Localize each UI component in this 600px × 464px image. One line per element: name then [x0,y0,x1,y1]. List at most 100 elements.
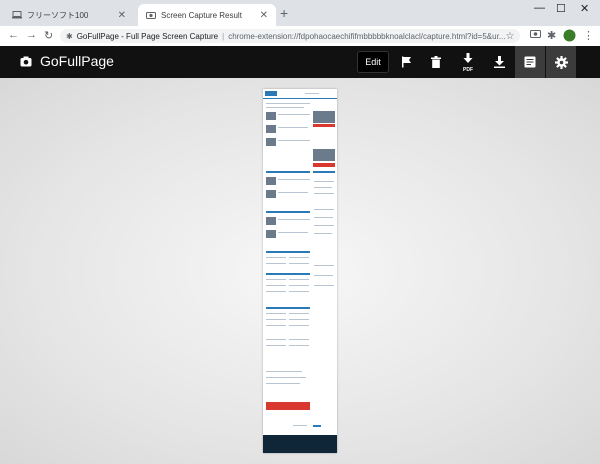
thumb-line [289,291,309,292]
delete-button[interactable] [421,46,451,78]
menu-icon[interactable]: ⋮ [583,29,594,42]
thumb-line [289,325,309,326]
url-text: chrome-extension://fdpohaocaechififmbbbb… [228,31,506,41]
thumb-nav [263,98,337,99]
thumb-banner [266,402,310,410]
tab-strip: フリーソフト100 ✕ Screen Capture Result ✕ + — … [0,0,600,26]
forward-icon[interactable]: → [26,29,37,41]
flag-button[interactable] [391,46,421,78]
settings-button[interactable] [546,46,576,78]
thumb-line [289,279,309,280]
thumb-heading [313,171,335,173]
thumb-line [278,127,308,128]
thumb-line [266,371,302,372]
thumb-logo [265,91,277,96]
browser-toolbar: ← → ↻ ✱ GoFullPage - Full Page Screen Ca… [0,26,600,47]
thumb-line [266,313,286,314]
tab-screen-capture-result[interactable]: Screen Capture Result ✕ [138,4,276,26]
thumb-line [278,232,308,233]
pdf-download-button[interactable]: PDF [453,46,483,78]
thumb-line [266,291,286,292]
thumb-heading [266,273,310,275]
reload-icon[interactable]: ↻ [44,29,53,42]
address-bar[interactable]: ✱ GoFullPage - Full Page Screen Capture … [60,29,520,43]
thumb-heading [266,211,310,213]
back-icon[interactable]: ← [8,29,19,41]
thumb-line [289,339,309,340]
minimize-button[interactable]: — [534,2,545,14]
thumb-heading [266,307,310,309]
thumb-line [289,257,309,258]
thumb-line [314,225,334,226]
thumb-line [266,383,300,384]
thumb-line [314,217,333,218]
thumb-image [313,111,335,123]
thumb-line [266,377,306,378]
thumb-line [266,325,286,326]
thumb-line [266,285,286,286]
thumb-image [266,125,276,133]
thumb-line [266,345,286,346]
settings-icon [554,55,568,69]
pdf-download-icon [463,53,473,63]
star-icon[interactable]: ☆ [505,31,514,42]
thumb-line [266,257,286,258]
camera-icon [20,56,32,66]
tab-freesoft100[interactable]: フリーソフト100 ✕ [4,4,134,26]
thumb-image [266,217,276,225]
thumb-banner [313,163,335,167]
thumb-line [305,93,319,94]
extensions-icon[interactable]: ✱ [547,29,556,42]
thumb-line [278,179,310,180]
download-button[interactable] [484,46,514,78]
thumb-line [314,233,332,234]
thumb-line [266,263,286,264]
thumb-line [314,193,334,194]
separator: | [222,31,225,41]
close-tab-icon[interactable]: ✕ [118,10,126,21]
thumb-image [266,112,276,120]
thumb-line [314,181,334,182]
tab-label: Screen Capture Result [161,10,242,20]
thumb-heading [266,251,310,253]
site-name: GoFullPage - Full Page Screen Capture [76,31,219,41]
thumb-image [266,177,276,185]
thumb-line [289,345,309,346]
maximize-button[interactable]: ☐ [556,2,566,15]
thumb-line [266,319,286,320]
thumb-banner [313,124,335,127]
thumb-line [314,187,332,188]
tab-label: フリーソフト100 [27,10,89,20]
thumb-footer [263,435,337,453]
thumb-line [278,140,310,141]
camera-extension-icon[interactable] [530,29,541,41]
thumb-line [278,192,308,193]
avatar[interactable] [563,29,576,45]
edit-button[interactable]: Edit [357,51,389,73]
close-tab-icon[interactable]: ✕ [260,10,268,21]
thumb-heading [266,171,310,173]
thumb-line [278,219,310,220]
captured-page-image[interactable] [263,89,337,453]
document-icon [524,56,536,68]
thumb-line [266,103,310,104]
thumb-line [289,263,309,264]
thumb-line [278,114,310,115]
thumb-line [266,339,286,340]
camera-icon [146,12,156,19]
thumb-image [313,149,335,161]
thumb-image [266,138,276,146]
laptop-icon [12,11,22,19]
thumb-line [289,285,309,286]
thumb-line [266,107,304,108]
download-icon [493,56,505,68]
close-window-button[interactable]: ✕ [580,2,589,15]
document-view-button[interactable] [515,46,545,78]
thumb-image [266,190,276,198]
new-tab-button[interactable]: + [280,5,288,21]
thumb-image [266,230,276,238]
pdf-label: PDF [463,67,473,73]
thumb-line [314,275,333,276]
app-title: GoFullPage [40,53,114,69]
thumb-line [266,279,286,280]
